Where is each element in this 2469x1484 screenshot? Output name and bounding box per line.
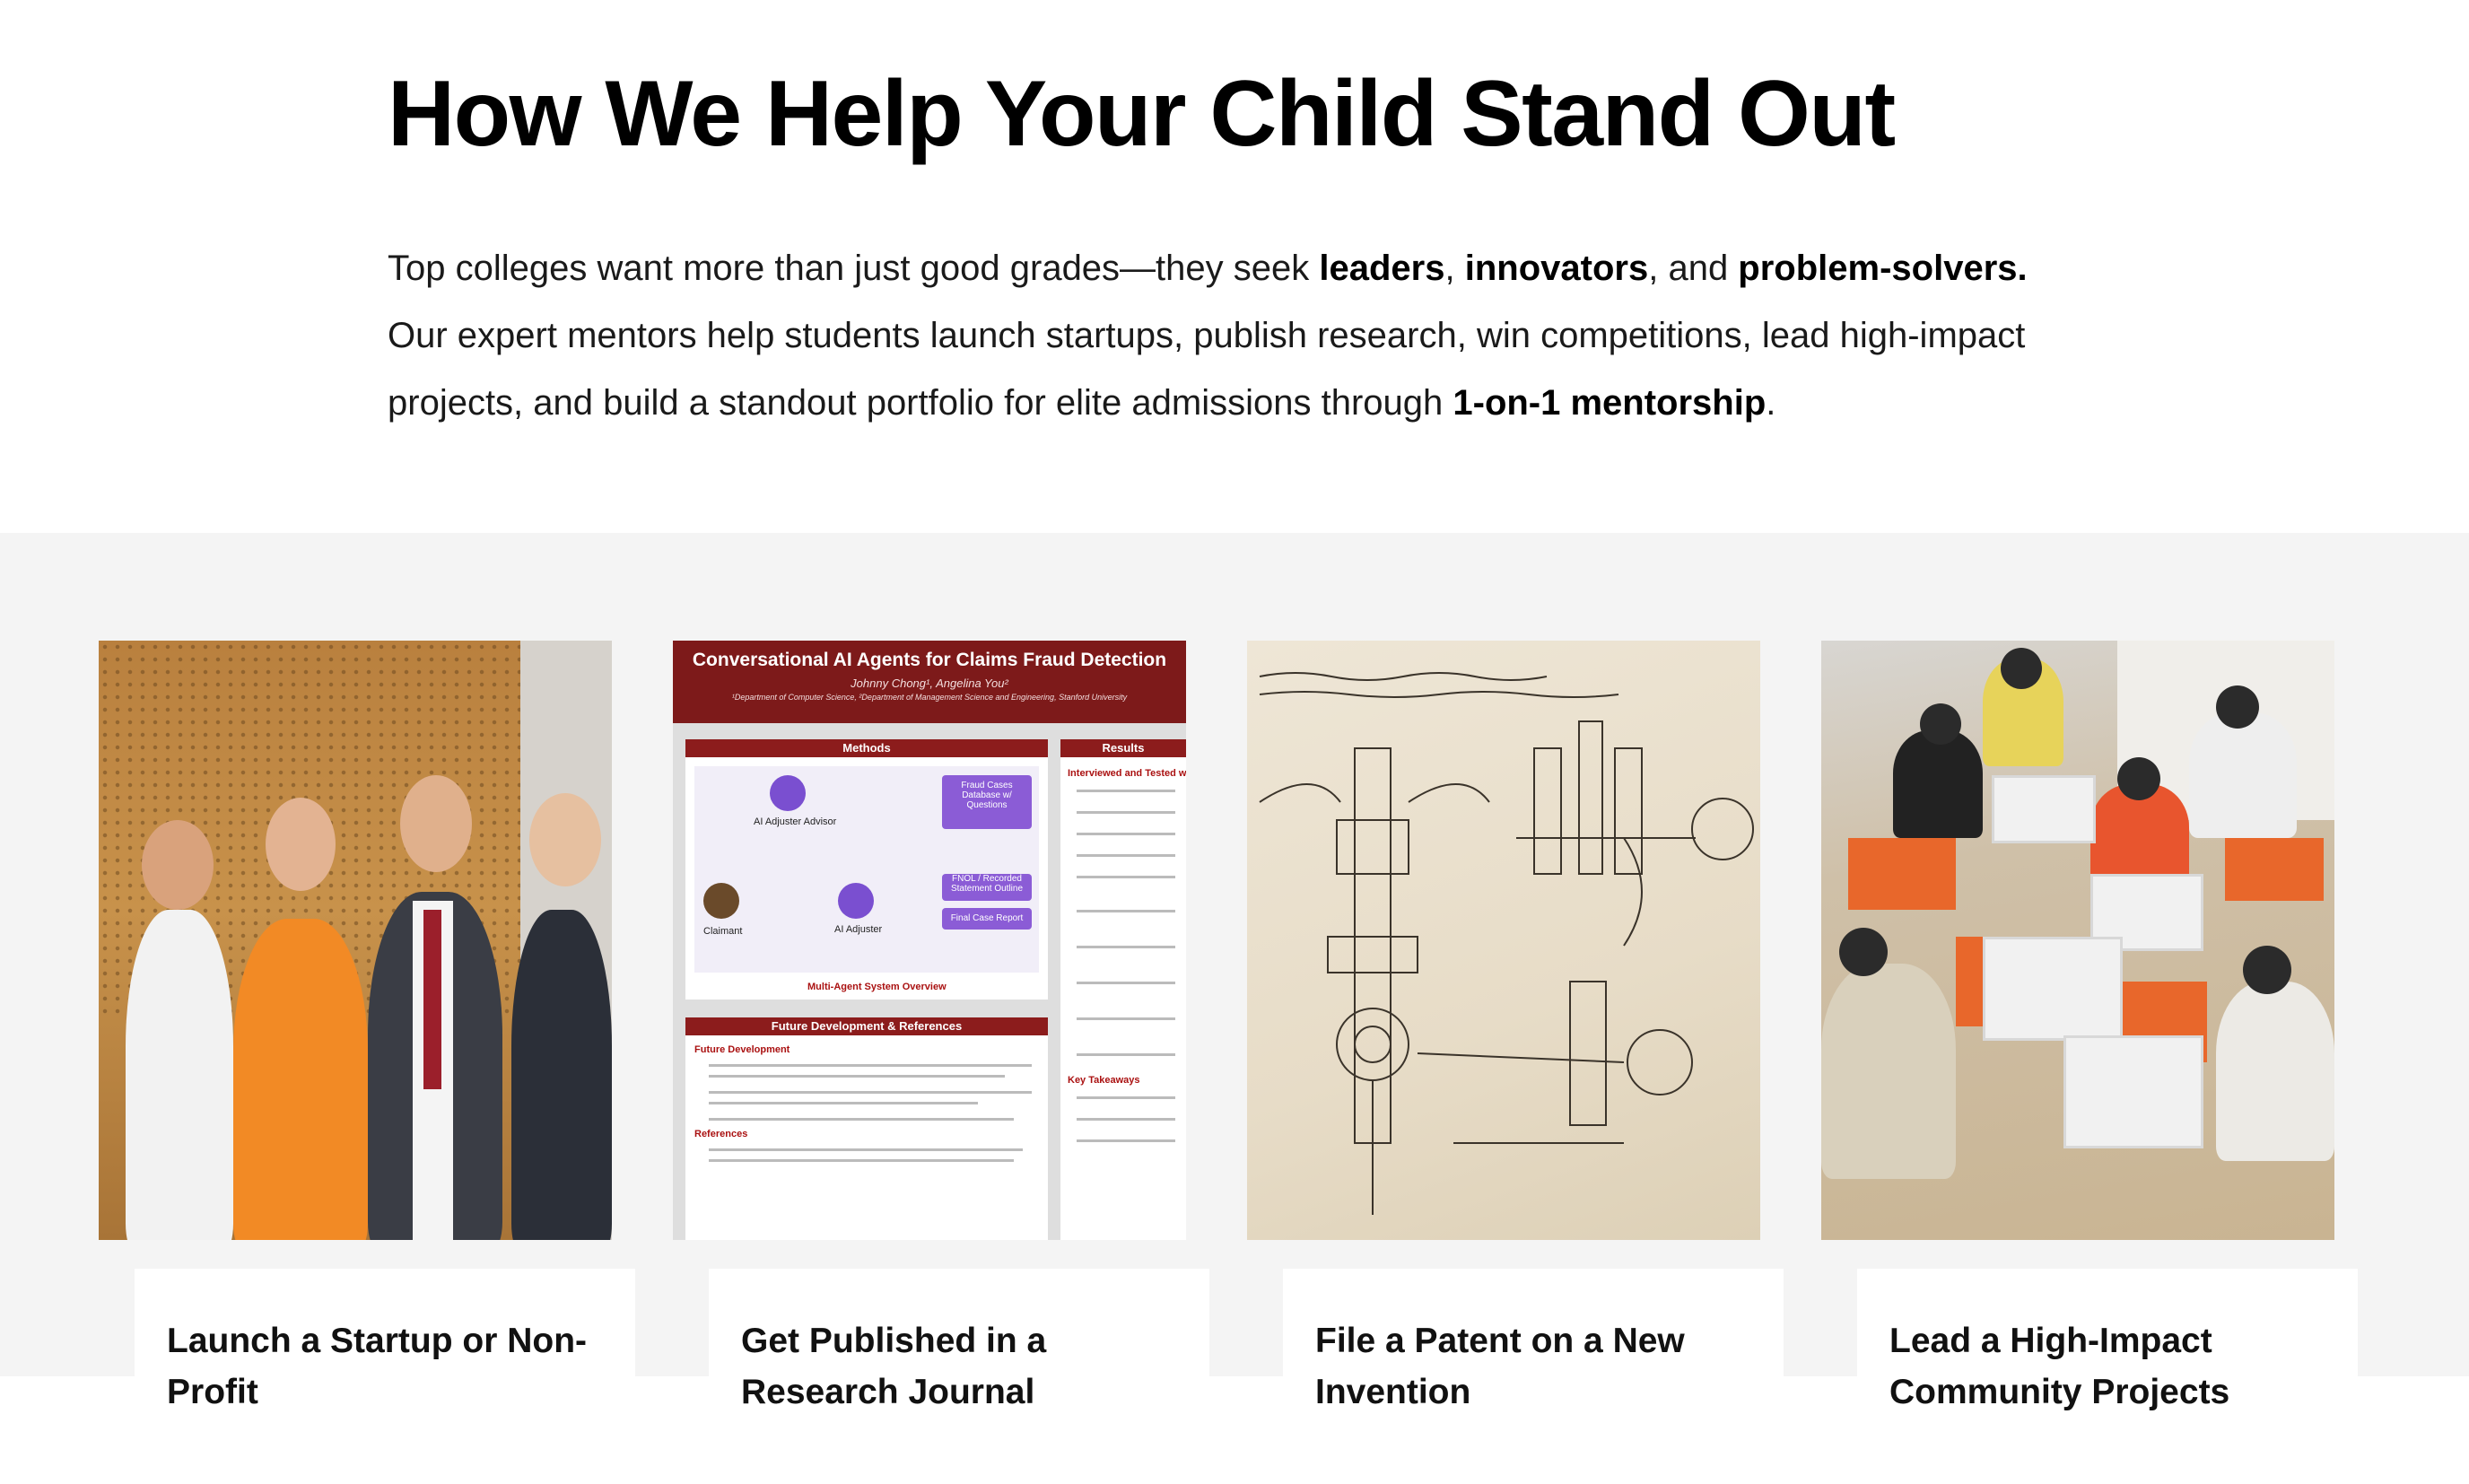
intro-paragraph: Top colleges want more than just good gr… (388, 235, 2047, 437)
intro-text: Our expert mentors help students launch … (388, 316, 2026, 423)
intro-emphasis: problem-solvers. (1738, 249, 2028, 288)
machine-drawing-icon (1259, 672, 1754, 1215)
poster-advisor-label: AI Adjuster Advisor (754, 816, 837, 827)
poster-authors: Johnny Chong¹, Angelina You² (851, 677, 1008, 690)
poster-methods-heading: Methods (685, 739, 1048, 757)
poster-report-box: Final Case Report (942, 908, 1032, 930)
page-title: How We Help Your Child Stand Out (388, 62, 1896, 166)
intro-text: , and (1648, 249, 1739, 288)
card-title: Get Published in a Research Journal (709, 1269, 1209, 1484)
card-publish[interactable]: Conversational AI Agents for Claims Frau… (673, 641, 1209, 1484)
poster-results-heading: Results (1060, 739, 1186, 757)
poster-results-subheading: Interviewed and Tested w (1068, 768, 1186, 779)
intro-text: , (1444, 249, 1465, 288)
intro-emphasis: 1-on-1 mentorship (1453, 383, 1767, 423)
card-startup[interactable]: Launch a Startup or Non-Profit (99, 641, 635, 1484)
patent-sketch (1247, 641, 1760, 1240)
intro-text: Top colleges want more than just good gr… (388, 249, 1320, 288)
intro-emphasis: innovators (1464, 249, 1649, 288)
poster-claimant-label: Claimant (703, 926, 743, 937)
intro-text: . (1766, 383, 1776, 423)
poster-adjuster-label: AI Adjuster (834, 924, 883, 935)
poster-refs-subheading: References (694, 1129, 748, 1139)
card-patent[interactable]: File a Patent on a New Invention (1247, 641, 1784, 1484)
poster-title: Conversational AI Agents for Claims Frau… (692, 650, 1167, 670)
poster-db-box: Fraud Cases Database w/ Questions (942, 775, 1032, 829)
services-section: Launch a Startup or Non-Profit Conversat… (0, 533, 2469, 1484)
hero-section: How We Help Your Child Stand Out Top col… (0, 0, 2469, 533)
group-photo (99, 641, 612, 1240)
kids-robotics-photo (1821, 641, 2334, 1240)
poster-fd-subheading: Future Development (694, 1044, 790, 1055)
poster-takeaways-subheading: Key Takeaways (1068, 1075, 1140, 1086)
poster-overview-caption: Multi-Agent System Overview (807, 982, 947, 992)
poster-affiliation: ¹Department of Computer Science, ²Depart… (731, 693, 1128, 702)
card-community[interactable]: Lead a High-Impact Community Projects (1821, 641, 2358, 1484)
card-title: Launch a Startup or Non-Profit (135, 1269, 635, 1484)
card-title: File a Patent on a New Invention (1283, 1269, 1784, 1484)
poster-future-heading: Future Development & References (685, 1017, 1048, 1035)
intro-emphasis: leaders (1319, 249, 1445, 288)
card-title: Lead a High-Impact Community Projects (1857, 1269, 2358, 1484)
research-poster: Conversational AI Agents for Claims Frau… (673, 641, 1186, 1240)
poster-fnol-box: FNOL / Recorded Statement Outline (942, 874, 1032, 901)
